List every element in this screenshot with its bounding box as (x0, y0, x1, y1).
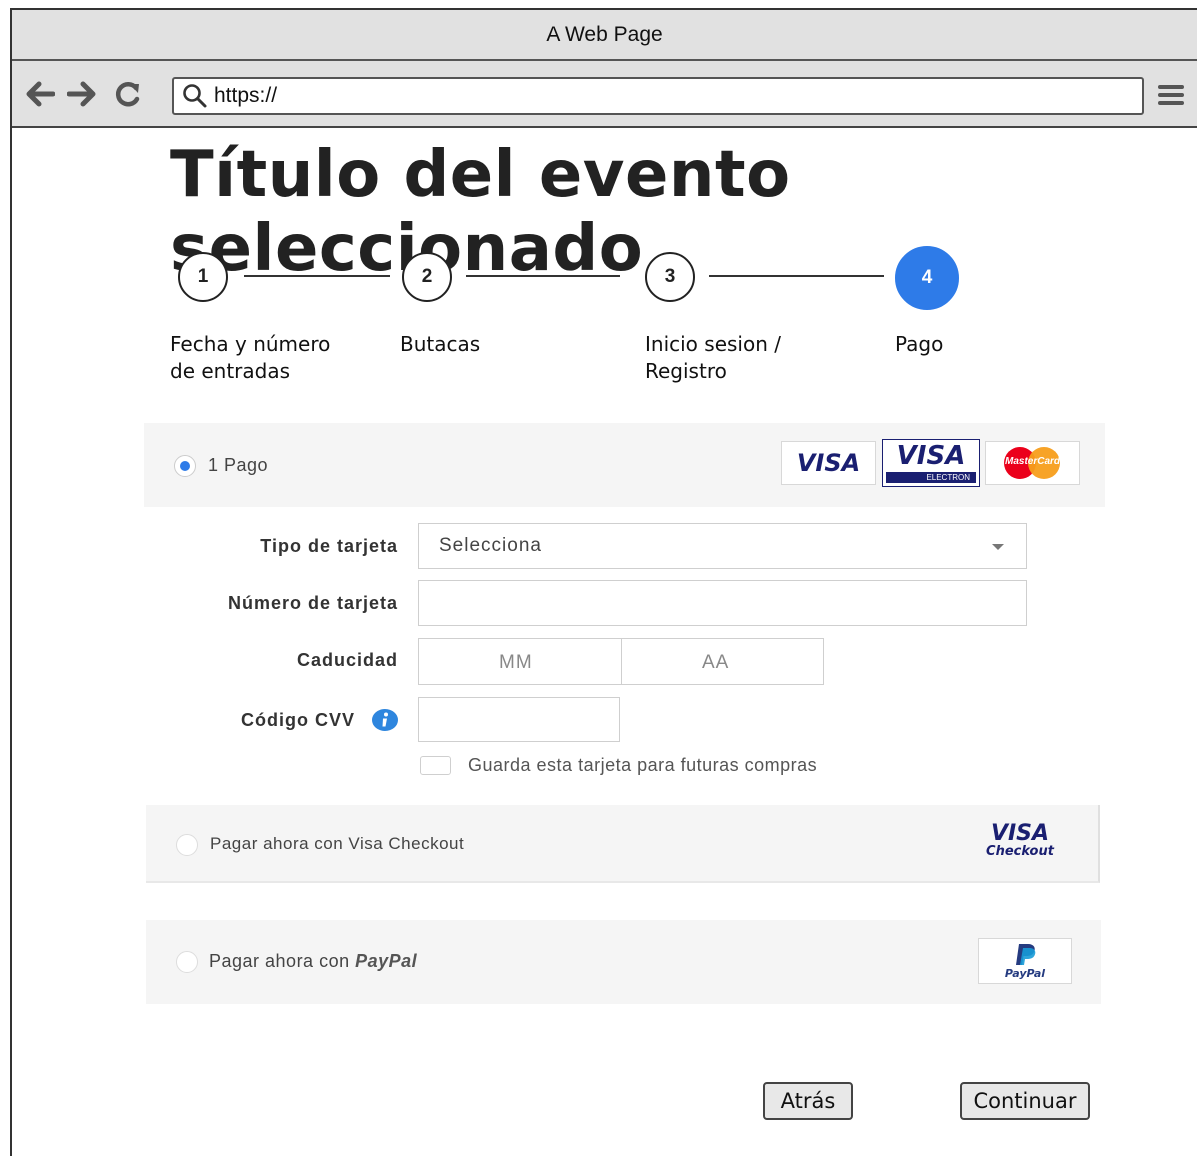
visa-checkout-label: Pagar ahora con Visa Checkout (210, 834, 465, 853)
forward-arrow-icon[interactable] (66, 79, 98, 109)
address-bar[interactable] (172, 77, 1144, 115)
paypal-logo-icon: PayPal (978, 938, 1072, 984)
paypal-label: Pagar ahora con PayPal (209, 951, 418, 971)
step-3-circle[interactable]: 3 (645, 252, 695, 302)
visa-checkout-option[interactable]: Pagar ahora con Visa Checkout VISA Check… (146, 805, 1100, 883)
back-button[interactable]: Atrás (763, 1082, 853, 1120)
paypal-option[interactable]: Pagar ahora con PayPal PayPal (146, 920, 1101, 1004)
step-connector (244, 275, 390, 277)
hamburger-menu-icon[interactable] (1157, 81, 1185, 109)
expiry-year-placeholder: AA (702, 652, 730, 673)
paypal-radio[interactable] (176, 951, 198, 973)
step-4-circle[interactable]: 4 (895, 246, 959, 310)
expiry-year-input[interactable]: AA (621, 638, 824, 685)
step-2-circle[interactable]: 2 (402, 252, 452, 302)
info-icon[interactable] (371, 708, 399, 732)
step-connector (709, 275, 884, 277)
expiry-month-placeholder: MM (499, 652, 533, 673)
visa-electron-logo-icon: VISA ELECTRON (882, 439, 980, 487)
step-4-label: Pago (895, 332, 944, 356)
mastercard-logo-icon: MasterCard (985, 441, 1080, 485)
chevron-down-icon (992, 544, 1004, 550)
step-connector (466, 275, 620, 277)
card-payment-radio[interactable] (174, 455, 196, 477)
expiry-month-input[interactable]: MM (418, 638, 622, 685)
card-type-select[interactable]: Selecciona (418, 523, 1027, 569)
url-input[interactable] (214, 84, 1114, 108)
step-2-label: Butacas (400, 332, 481, 356)
save-card-label: Guarda esta tarjeta para futuras compras (468, 755, 818, 775)
card-payment-label: 1 Pago (208, 455, 269, 475)
paypal-p-icon (1016, 943, 1036, 965)
step-1-label: Fecha y número de entradas (170, 332, 331, 383)
card-payment-option[interactable]: 1 Pago VISA VISA ELECTRON MasterCard (144, 423, 1105, 507)
step-1-circle[interactable]: 1 (178, 252, 228, 302)
visa-logo-icon: VISA (781, 441, 876, 485)
visa-checkout-logo-icon: VISA Checkout (986, 821, 1054, 859)
cvv-input[interactable] (418, 697, 620, 742)
card-type-label: Tipo de tarjeta (260, 536, 398, 556)
continue-button[interactable]: Continuar (960, 1082, 1090, 1120)
window-titlebar: A Web Page (12, 10, 1197, 61)
reload-icon[interactable] (112, 79, 144, 109)
expiry-label: Caducidad (296, 650, 398, 670)
window-title: A Web Page (546, 22, 663, 46)
card-number-label: Número de tarjeta (227, 593, 398, 613)
card-type-selected-value: Selecciona (439, 535, 542, 556)
back-arrow-icon[interactable] (24, 79, 56, 109)
visa-checkout-radio[interactable] (176, 834, 198, 856)
card-number-input[interactable] (418, 580, 1027, 626)
cvv-label: Código CVV (241, 710, 355, 730)
step-3-label: Inicio sesion / Registro (645, 332, 781, 383)
search-icon (182, 83, 208, 109)
save-card-checkbox[interactable] (420, 756, 451, 775)
browser-navbar (12, 61, 1197, 128)
